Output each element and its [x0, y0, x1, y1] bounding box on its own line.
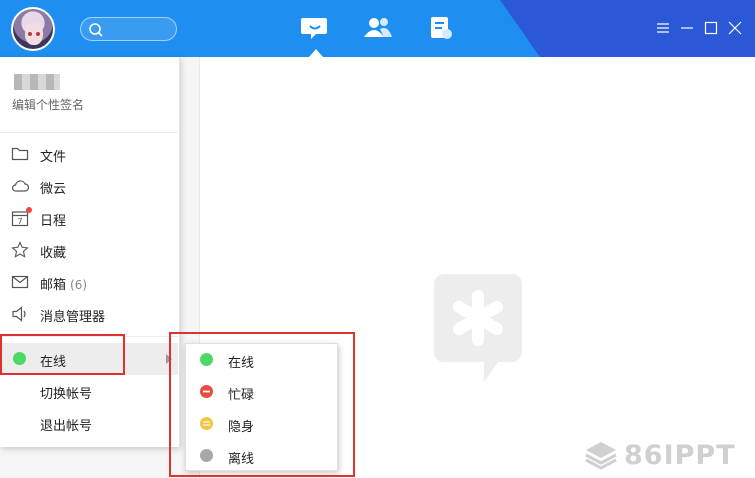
status-label: 在线	[40, 355, 67, 370]
cloud-icon	[11, 177, 30, 195]
menu-icon[interactable]	[656, 21, 670, 35]
layers-icon	[585, 442, 617, 470]
minimize-icon[interactable]	[680, 21, 694, 35]
close-icon[interactable]	[728, 21, 742, 35]
status-option-invisible[interactable]: 隐身	[186, 408, 337, 440]
menu-item-switch-account[interactable]: 切换帐号	[0, 375, 178, 407]
menu-item-mail[interactable]: 邮箱 (6)	[0, 266, 178, 298]
submenu-arrow-icon	[166, 354, 172, 364]
notification-dot	[26, 207, 32, 213]
menu-item-favorites[interactable]: 收藏	[0, 234, 178, 266]
status-option-label: 离线	[228, 452, 255, 467]
menu-item-label: 文件	[40, 150, 67, 165]
signature-label[interactable]: 编辑个性签名	[12, 96, 84, 113]
chat-bubble-icon	[301, 18, 327, 39]
notes-icon	[431, 17, 452, 39]
main-menu: 编辑个性签名 文件 微云 7 日程 收藏 邮箱 (6) 消息管理器 在线 切换帐…	[0, 57, 180, 447]
online-status-icon	[13, 352, 26, 365]
nickname-blurred	[14, 74, 60, 90]
space-tab[interactable]	[428, 15, 460, 43]
status-option-busy[interactable]: 忙碌	[186, 376, 337, 408]
qq-placeholder-logo-icon	[434, 274, 522, 382]
status-option-online[interactable]: 在线	[186, 344, 337, 376]
status-option-label: 忙碌	[228, 388, 255, 403]
title-bar	[0, 0, 755, 57]
search-icon	[89, 23, 103, 37]
menu-item-message-manager[interactable]: 消息管理器	[0, 298, 178, 330]
offline-dot-icon	[200, 449, 213, 462]
contacts-tab[interactable]	[362, 15, 394, 43]
avatar[interactable]	[11, 7, 55, 51]
calendar-icon: 7	[11, 207, 32, 227]
menu-item-status[interactable]: 在线	[0, 343, 178, 375]
menu-item-label: 微云	[40, 182, 67, 197]
menu-item-label: 邮箱	[40, 278, 67, 293]
logout-label: 退出帐号	[40, 419, 93, 434]
maximize-icon[interactable]	[704, 21, 718, 35]
status-option-offline[interactable]: 离线	[186, 440, 337, 472]
status-option-label: 隐身	[228, 420, 255, 435]
watermark: 86IPPT	[584, 437, 749, 473]
menu-item-logout[interactable]: 退出帐号	[0, 407, 178, 439]
menu-item-files[interactable]: 文件	[0, 138, 178, 170]
menu-item-label: 日程	[40, 214, 67, 229]
menu-item-label: 收藏	[40, 246, 67, 261]
messages-tab[interactable]	[300, 15, 332, 57]
switch-account-label: 切换帐号	[40, 387, 93, 402]
menu-item-label: 消息管理器	[40, 310, 106, 325]
star-icon	[11, 241, 29, 259]
calendar-day-number: 7	[17, 217, 22, 226]
status-option-label: 在线	[228, 356, 255, 371]
invisible-dot-icon	[200, 417, 213, 430]
busy-dot-icon	[200, 385, 213, 398]
search-input[interactable]	[80, 17, 177, 41]
online-dot-icon	[200, 353, 213, 366]
mail-count-badge: (6)	[70, 278, 88, 292]
mail-icon	[11, 273, 29, 291]
contacts-icon	[364, 18, 392, 37]
status-submenu: 在线 忙碌 隐身 离线	[185, 343, 338, 471]
menu-item-weiyun[interactable]: 微云	[0, 170, 178, 202]
watermark-text: 86IPPT	[624, 439, 736, 471]
menu-item-schedule[interactable]: 7 日程	[0, 202, 178, 234]
folder-icon	[11, 145, 29, 163]
speaker-icon	[11, 305, 29, 323]
